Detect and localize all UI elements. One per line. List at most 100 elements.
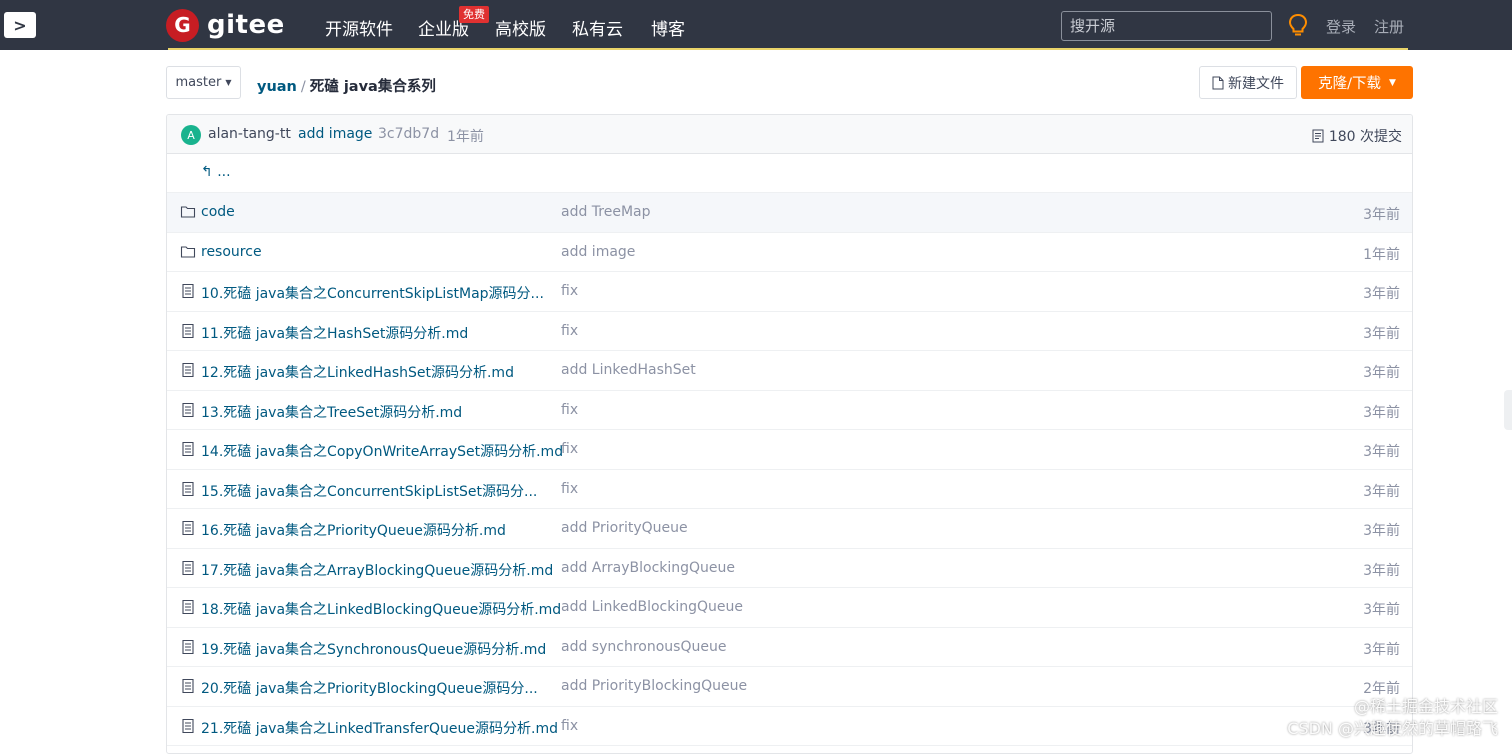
watermark-line-2: CSDN @兴趣使然的草帽路飞	[1287, 719, 1498, 738]
gitee-logo-icon: G	[166, 8, 199, 42]
back-arrow-icon: ↰	[201, 164, 213, 180]
file-name-link[interactable]: 19.死磕 java集合之SynchronousQueue源码分析.md	[201, 639, 546, 659]
avatar[interactable]: A	[181, 125, 201, 145]
nav-private-cloud[interactable]: 私有云	[572, 15, 623, 40]
file-text-icon	[182, 560, 194, 575]
commit-count-label: 180 次提交	[1328, 129, 1402, 145]
commit-message-link[interactable]: add image	[561, 244, 635, 260]
commit-message-link[interactable]: fix	[561, 718, 578, 734]
nav-blog[interactable]: 博客	[651, 15, 685, 40]
commit-time: 3年前	[1363, 365, 1400, 381]
file-text-icon	[182, 441, 194, 457]
commit-message-link[interactable]: add PriorityBlockingQueue	[561, 678, 747, 694]
search-input[interactable]	[1061, 11, 1272, 41]
caret-down-icon: ▼	[1388, 77, 1396, 88]
commit-time: 3年前	[1363, 207, 1400, 223]
file-row[interactable]: 18.死磕 java集合之LinkedBlockingQueue源码分析.md a…	[167, 588, 1412, 628]
clone-download-button[interactable]: 克隆/下载 ▼	[1301, 66, 1413, 99]
file-text-icon	[182, 323, 194, 338]
file-row[interactable]: 11.死磕 java集合之HashSet源码分析.md fix 3年前	[167, 311, 1412, 351]
file-name-link[interactable]: 21.死磕 java集合之LinkedTransferQueue源码分析.md	[201, 718, 558, 738]
commit-message-link[interactable]: add ArrayBlockingQueue	[561, 560, 735, 576]
commit-message-link[interactable]: fix	[561, 441, 578, 457]
nav-open-source[interactable]: 开源软件	[325, 15, 393, 40]
file-row[interactable]: 17.死磕 java集合之ArrayBlockingQueue源码分析.md ad…	[167, 548, 1412, 588]
commit-message-link[interactable]: fix	[561, 402, 578, 418]
commit-message-link[interactable]: fix	[561, 323, 578, 339]
file-name-link[interactable]: 18.死磕 java集合之LinkedBlockingQueue源码分析.md	[201, 599, 561, 619]
folder-row[interactable]: resource add image 1年前	[167, 232, 1412, 272]
file-name-link[interactable]: 12.死磕 java集合之LinkedHashSet源码分析.md	[201, 362, 514, 382]
breadcrumb: yuan / 死磕 java集合系列	[257, 75, 436, 96]
commit-count[interactable]: 180 次提交	[1312, 126, 1402, 146]
file-row[interactable]: 14.死磕 java集合之CopyOnWriteArraySet源码分析.md f…	[167, 430, 1412, 470]
file-name-link[interactable]: 17.死磕 java集合之ArrayBlockingQueue源码分析.md	[201, 560, 553, 580]
watermark: @稀土掘金技术社区 CSDN @兴趣使然的草帽路飞	[1287, 696, 1498, 740]
breadcrumb-separator: /	[300, 79, 306, 95]
file-name-link[interactable]: 11.死磕 java集合之HashSet源码分析.md	[201, 323, 468, 343]
logo-text: gitee	[207, 10, 285, 40]
commit-time: 3年前	[1363, 641, 1400, 658]
file-row[interactable]: 16.死磕 java集合之PriorityQueue源码分析.md add Pri…	[167, 509, 1412, 549]
file-text-icon	[182, 718, 194, 733]
file-row[interactable]: 15.死磕 java集合之ConcurrentSkipListSet源码分...…	[167, 469, 1412, 509]
sidebar-toggle-button[interactable]: >	[4, 12, 36, 38]
parent-link-label: ...	[217, 164, 231, 180]
file-row[interactable]: 21.死磕 java集合之LinkedTransferQueue源码分析.md f…	[167, 706, 1412, 746]
free-badge: 免费	[459, 6, 489, 23]
file-row[interactable]: 12.死磕 java集合之LinkedHashSet源码分析.md add Lin…	[167, 351, 1412, 391]
scrollbar[interactable]	[1504, 390, 1512, 430]
commit-time: 1年前	[1363, 246, 1400, 263]
topbar-accent-line	[168, 48, 1408, 50]
breadcrumb-owner[interactable]: yuan	[257, 79, 297, 95]
login-link[interactable]: 登录	[1326, 16, 1356, 37]
file-name-link[interactable]: 15.死磕 java集合之ConcurrentSkipListSet源码分...	[201, 481, 537, 501]
commit-time: 3年前	[1363, 602, 1400, 618]
file-text-icon	[182, 520, 194, 536]
commit-message-link[interactable]: add synchronousQueue	[561, 639, 726, 655]
register-link[interactable]: 注册	[1374, 16, 1404, 37]
commit-message-link[interactable]: add PriorityQueue	[561, 520, 688, 536]
commit-time: 3年前	[1363, 483, 1400, 500]
parent-directory-row[interactable]: ↰ ...	[167, 154, 1412, 193]
commit-message-link[interactable]: fix	[561, 283, 578, 299]
commit-author[interactable]: alan-tang-tt	[208, 126, 291, 142]
file-name-link[interactable]: 20.死磕 java集合之PriorityBlockingQueue源码分...	[201, 678, 538, 698]
breadcrumb-repo-name[interactable]: 死磕 java集合系列	[310, 79, 436, 95]
watermark-line-1: @稀土掘金技术社区	[1353, 697, 1498, 716]
file-name-link[interactable]: 10.死磕 java集合之ConcurrentSkipListMap源码分...	[201, 283, 544, 303]
parent-directory-link[interactable]: ↰ ...	[201, 164, 231, 180]
file-name-link[interactable]: 16.死磕 java集合之PriorityQueue源码分析.md	[201, 520, 506, 540]
commit-message-link[interactable]: add LinkedHashSet	[561, 362, 696, 378]
folder-name-link[interactable]: code	[201, 204, 235, 220]
commit-time: 3年前	[1363, 444, 1400, 460]
commit-sha[interactable]: 3c7db7d	[378, 126, 439, 142]
file-text-icon	[182, 639, 194, 654]
latest-commit-bar: A alan-tang-tt add image 3c7db7d 1年前 180…	[167, 115, 1412, 154]
commit-message-link[interactable]: fix	[561, 481, 578, 497]
new-file-button[interactable]: 新建文件	[1199, 66, 1297, 99]
file-row[interactable]: 20.死磕 java集合之PriorityBlockingQueue源码分...…	[167, 667, 1412, 707]
file-row[interactable]: 19.死磕 java集合之SynchronousQueue源码分析.md add …	[167, 627, 1412, 667]
commit-message-link[interactable]: add LinkedBlockingQueue	[561, 599, 743, 615]
file-name-link[interactable]: 13.死磕 java集合之TreeSet源码分析.md	[201, 402, 462, 422]
folder-row[interactable]: code add TreeMap 3年前	[167, 193, 1412, 233]
file-text-icon	[182, 481, 194, 496]
file-row[interactable]: 10.死磕 java集合之ConcurrentSkipListMap源码分...…	[167, 272, 1412, 312]
chevron-right-icon: >	[13, 15, 27, 35]
commit-message[interactable]: add image	[298, 126, 372, 142]
nav-education[interactable]: 高校版	[495, 15, 546, 40]
commit-time: 3年前	[1363, 286, 1400, 302]
file-list-panel: A alan-tang-tt add image 3c7db7d 1年前 180…	[166, 114, 1413, 754]
commit-message-link[interactable]: add TreeMap	[561, 204, 651, 220]
folder-name-link[interactable]: resource	[201, 244, 262, 260]
commit-time: 3年前	[1363, 404, 1400, 421]
file-name-link[interactable]: 14.死磕 java集合之CopyOnWriteArraySet源码分析.md	[201, 441, 563, 461]
branch-select[interactable]: master ▼	[166, 66, 241, 99]
lightbulb-icon[interactable]	[1288, 13, 1308, 37]
file-text-icon	[182, 283, 194, 299]
caret-down-icon: ▼	[225, 78, 232, 87]
file-row[interactable]: 13.死磕 java集合之TreeSet源码分析.md fix 3年前	[167, 390, 1412, 430]
gitee-logo[interactable]: G gitee	[166, 8, 285, 42]
new-file-label: 新建文件	[1228, 75, 1284, 92]
